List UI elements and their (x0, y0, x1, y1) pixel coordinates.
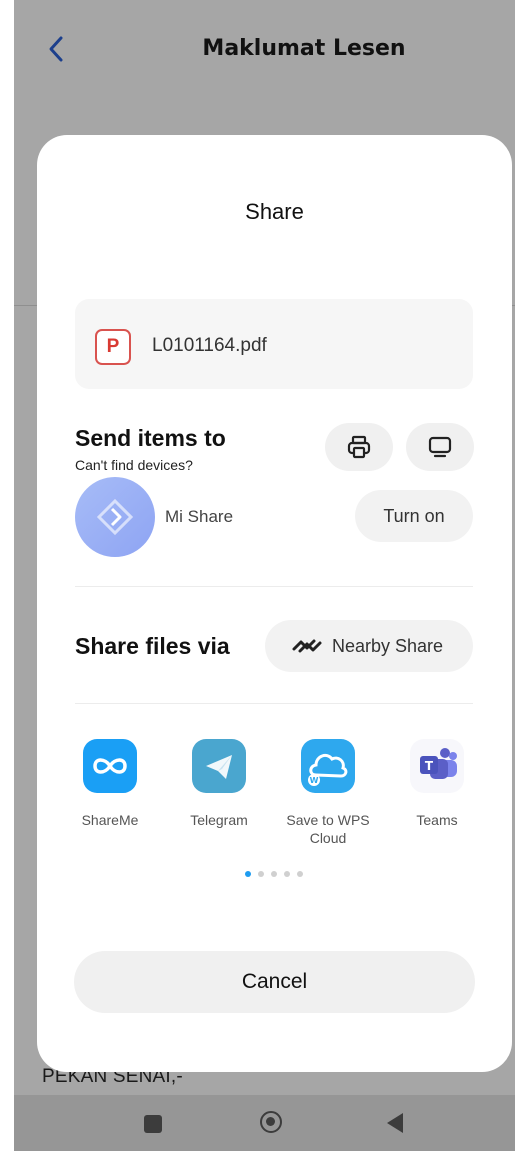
shareme-icon (83, 739, 137, 793)
app-label: ShareMe (81, 812, 139, 828)
cant-find-devices-link[interactable]: Can't find devices? (75, 457, 193, 473)
back-triangle-icon[interactable] (387, 1113, 403, 1133)
wps-cloud-icon: W (301, 739, 355, 793)
mi-share-avatar[interactable] (75, 477, 155, 557)
app-target-shareme[interactable]: ShareMe (60, 739, 160, 829)
nearby-share-icon (292, 639, 322, 653)
file-card: P L0101164.pdf (75, 299, 473, 389)
share-files-via-heading: Share files via (75, 633, 230, 659)
mi-share-label: Mi Share (165, 507, 234, 526)
mi-share-icon (96, 498, 134, 536)
page-indicator-dot (258, 871, 264, 877)
telegram-icon (192, 739, 246, 793)
recent-apps-icon[interactable] (144, 1115, 162, 1133)
share-sheet: Share P L0101164.pdf Send items to Can't… (37, 135, 512, 1072)
section-divider (75, 586, 473, 587)
page-indicator-dot (284, 871, 290, 877)
printer-icon (347, 435, 371, 459)
svg-text:T: T (425, 759, 434, 773)
app-label: Teams (416, 812, 458, 828)
app-target-teams[interactable]: T Teams (387, 739, 487, 829)
app-label: Telegram (190, 812, 248, 828)
teams-icon: T (410, 739, 464, 793)
turn-on-button[interactable]: Turn on (355, 490, 473, 542)
send-items-heading: Send items to (75, 425, 226, 451)
nearby-share-label: Nearby Share (332, 636, 444, 656)
background-app-header: Maklumat Lesen (14, 0, 515, 100)
background-page-title: Maklumat Lesen (202, 36, 406, 61)
section-divider (75, 703, 473, 704)
share-sheet-title: Share (245, 199, 304, 224)
page-indicator-dot (245, 871, 251, 877)
app-target-telegram[interactable]: Telegram (169, 739, 269, 829)
print-button[interactable] (325, 423, 393, 471)
nearby-share-button[interactable]: Nearby Share (265, 620, 473, 672)
home-icon[interactable] (260, 1111, 282, 1133)
page-indicator-dot (271, 871, 277, 877)
app-target-wps-cloud[interactable]: W Save to WPS Cloud (278, 739, 378, 847)
cancel-button[interactable]: Cancel (74, 951, 475, 1013)
page-indicator-dot (297, 871, 303, 877)
page-indicator (245, 871, 305, 879)
pdf-file-icon: P (95, 329, 131, 365)
system-nav-bar (14, 1095, 515, 1151)
screen-frame-left (0, 0, 14, 1151)
app-label: Save to WPS Cloud (286, 812, 370, 846)
screen-frame-right (515, 0, 529, 1151)
svg-text:W: W (310, 776, 319, 785)
file-name: L0101164.pdf (152, 335, 267, 356)
screen-cast-icon (428, 436, 452, 458)
screen-cast-button[interactable] (406, 423, 474, 471)
